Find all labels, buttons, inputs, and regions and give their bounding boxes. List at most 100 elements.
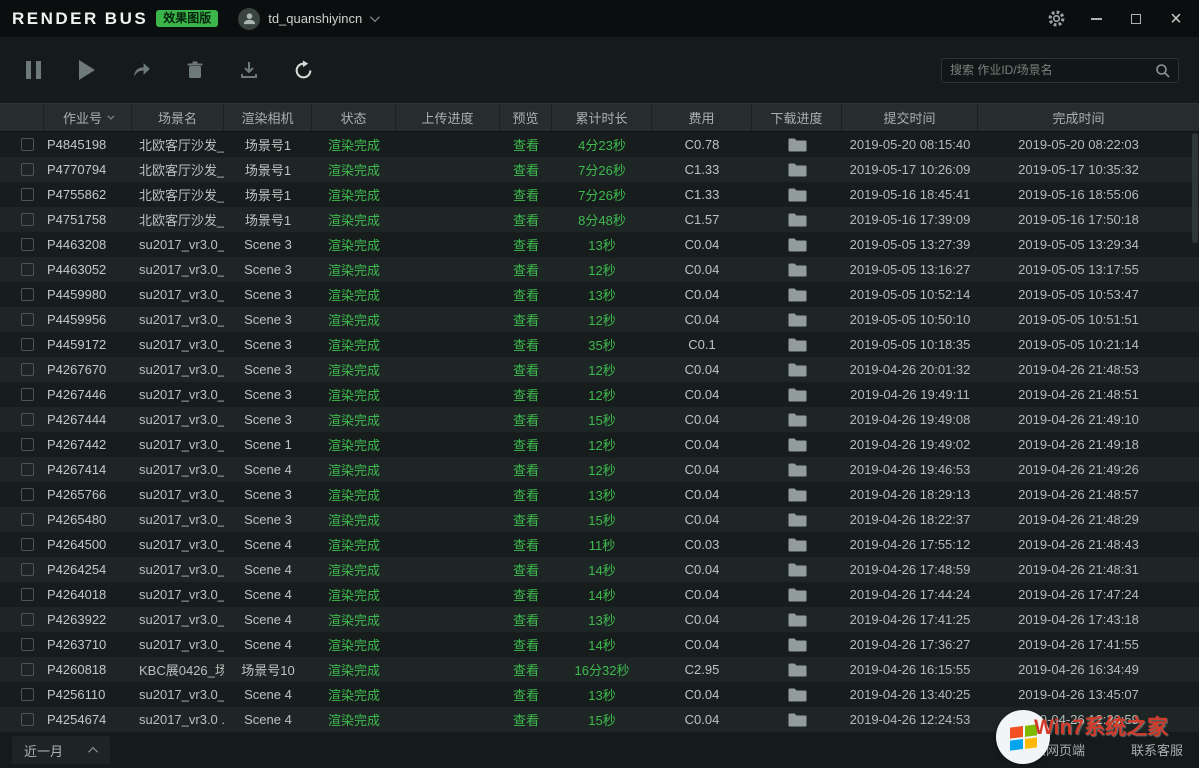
period-filter-dropdown[interactable]: 近一月 xyxy=(12,736,110,764)
download-folder-icon[interactable] xyxy=(752,663,842,677)
scrollbar-thumb[interactable] xyxy=(1192,133,1198,243)
download-folder-icon[interactable] xyxy=(752,588,842,602)
table-row[interactable]: P4459980 su2017_vr3.0_... Scene 3 渲染完成 查… xyxy=(0,282,1199,307)
table-row[interactable]: P4267670 su2017_vr3.0_... Scene 3 渲染完成 查… xyxy=(0,357,1199,382)
close-button[interactable]: × xyxy=(1165,8,1187,30)
download-folder-icon[interactable] xyxy=(752,263,842,277)
delete-icon[interactable] xyxy=(182,57,208,83)
header-status[interactable]: 状态 xyxy=(312,104,396,131)
row-checkbox[interactable] xyxy=(21,413,34,426)
row-checkbox[interactable] xyxy=(21,163,34,176)
download-folder-icon[interactable] xyxy=(752,163,842,177)
row-checkbox[interactable] xyxy=(21,288,34,301)
download-folder-icon[interactable] xyxy=(752,138,842,152)
maximize-button[interactable] xyxy=(1125,8,1147,30)
row-checkbox[interactable] xyxy=(21,563,34,576)
vertical-scrollbar[interactable] xyxy=(1192,133,1198,731)
settings-gear-icon[interactable] xyxy=(1045,8,1067,30)
preview-link[interactable]: 查看 xyxy=(500,710,552,729)
preview-link[interactable]: 查看 xyxy=(500,435,552,454)
row-checkbox[interactable] xyxy=(21,713,34,726)
header-submit-time[interactable]: 提交时间 xyxy=(842,104,978,131)
download-folder-icon[interactable] xyxy=(752,538,842,552)
download-folder-icon[interactable] xyxy=(752,313,842,327)
refresh-icon[interactable] xyxy=(290,57,316,83)
table-row[interactable]: P4263710 su2017_vr3.0_... Scene 4 渲染完成 查… xyxy=(0,632,1199,657)
preview-link[interactable]: 查看 xyxy=(500,460,552,479)
row-checkbox[interactable] xyxy=(21,438,34,451)
pause-icon[interactable] xyxy=(20,57,46,83)
web-portal-link[interactable]: 进入网页端 xyxy=(1020,740,1085,759)
row-checkbox[interactable] xyxy=(21,388,34,401)
download-folder-icon[interactable] xyxy=(752,388,842,402)
row-checkbox[interactable] xyxy=(21,688,34,701)
preview-link[interactable]: 查看 xyxy=(500,685,552,704)
download-folder-icon[interactable] xyxy=(752,288,842,302)
table-row[interactable]: P4265480 su2017_vr3.0_... Scene 3 渲染完成 查… xyxy=(0,507,1199,532)
play-icon[interactable] xyxy=(74,57,100,83)
table-row[interactable]: P4260818 KBC展0426_场... 场景号10 渲染完成 查看 16分… xyxy=(0,657,1199,682)
preview-link[interactable]: 查看 xyxy=(500,160,552,179)
row-checkbox[interactable] xyxy=(21,463,34,476)
row-checkbox[interactable] xyxy=(21,213,34,226)
preview-link[interactable]: 查看 xyxy=(500,660,552,679)
table-row[interactable]: P4264254 su2017_vr3.0_... Scene 4 渲染完成 查… xyxy=(0,557,1199,582)
table-row[interactable]: P4463208 su2017_vr3.0_... Scene 3 渲染完成 查… xyxy=(0,232,1199,257)
header-cost[interactable]: 费用 xyxy=(652,104,752,131)
table-row[interactable]: P4770794 北欧客厅沙发_... 场景号1 渲染完成 查看 7分26秒 C… xyxy=(0,157,1199,182)
download-folder-icon[interactable] xyxy=(752,213,842,227)
download-folder-icon[interactable] xyxy=(752,563,842,577)
download-folder-icon[interactable] xyxy=(752,463,842,477)
row-checkbox[interactable] xyxy=(21,663,34,676)
header-render-camera[interactable]: 渲染相机 xyxy=(224,104,312,131)
row-checkbox[interactable] xyxy=(21,538,34,551)
preview-link[interactable]: 查看 xyxy=(500,360,552,379)
download-folder-icon[interactable] xyxy=(752,688,842,702)
contact-support-link[interactable]: 联系客服 xyxy=(1131,740,1183,759)
row-checkbox[interactable] xyxy=(21,188,34,201)
row-checkbox[interactable] xyxy=(21,588,34,601)
header-upload-progress[interactable]: 上传进度 xyxy=(396,104,500,131)
header-duration[interactable]: 累计时长 xyxy=(552,104,652,131)
row-checkbox[interactable] xyxy=(21,138,34,151)
header-job-id[interactable]: 作业号 xyxy=(44,104,132,131)
download-folder-icon[interactable] xyxy=(752,188,842,202)
table-row[interactable]: P4263922 su2017_vr3.0_... Scene 4 渲染完成 查… xyxy=(0,607,1199,632)
table-row[interactable]: P4755862 北欧客厅沙发_... 场景号1 渲染完成 查看 7分26秒 C… xyxy=(0,182,1199,207)
table-row[interactable]: P4267414 su2017_vr3.0_... Scene 4 渲染完成 查… xyxy=(0,457,1199,482)
header-preview[interactable]: 预览 xyxy=(500,104,552,131)
table-row[interactable]: P4463052 su2017_vr3.0_... Scene 3 渲染完成 查… xyxy=(0,257,1199,282)
row-checkbox[interactable] xyxy=(21,513,34,526)
table-row[interactable]: P4265766 su2017_vr3.0_... Scene 3 渲染完成 查… xyxy=(0,482,1199,507)
preview-link[interactable]: 查看 xyxy=(500,485,552,504)
preview-link[interactable]: 查看 xyxy=(500,285,552,304)
row-checkbox[interactable] xyxy=(21,238,34,251)
table-row[interactable]: P4267442 su2017_vr3.0_... Scene 1 渲染完成 查… xyxy=(0,432,1199,457)
download-folder-icon[interactable] xyxy=(752,488,842,502)
row-checkbox[interactable] xyxy=(21,363,34,376)
row-checkbox[interactable] xyxy=(21,613,34,626)
preview-link[interactable]: 查看 xyxy=(500,210,552,229)
download-folder-icon[interactable] xyxy=(752,338,842,352)
row-checkbox[interactable] xyxy=(21,338,34,351)
header-finish-time[interactable]: 完成时间 xyxy=(978,104,1179,131)
preview-link[interactable]: 查看 xyxy=(500,635,552,654)
preview-link[interactable]: 查看 xyxy=(500,610,552,629)
table-row[interactable]: P4264500 su2017_vr3.0_... Scene 4 渲染完成 查… xyxy=(0,532,1199,557)
preview-link[interactable]: 查看 xyxy=(500,335,552,354)
table-row[interactable]: P4751758 北欧客厅沙发_... 场景号1 渲染完成 查看 8分48秒 C… xyxy=(0,207,1199,232)
table-row[interactable]: P4254674 su2017_vr3.0 ... Scene 4 渲染完成 查… xyxy=(0,707,1199,732)
download-icon[interactable] xyxy=(236,57,262,83)
table-row[interactable]: P4267444 su2017_vr3.0_... Scene 3 渲染完成 查… xyxy=(0,407,1199,432)
download-folder-icon[interactable] xyxy=(752,513,842,527)
preview-link[interactable]: 查看 xyxy=(500,385,552,404)
header-scene-name[interactable]: 场景名 xyxy=(132,104,224,131)
minimize-button[interactable] xyxy=(1085,8,1107,30)
search-icon[interactable] xyxy=(1155,63,1170,78)
download-folder-icon[interactable] xyxy=(752,613,842,627)
preview-link[interactable]: 查看 xyxy=(500,585,552,604)
row-checkbox[interactable] xyxy=(21,638,34,651)
row-checkbox[interactable] xyxy=(21,488,34,501)
preview-link[interactable]: 查看 xyxy=(500,185,552,204)
download-folder-icon[interactable] xyxy=(752,438,842,452)
